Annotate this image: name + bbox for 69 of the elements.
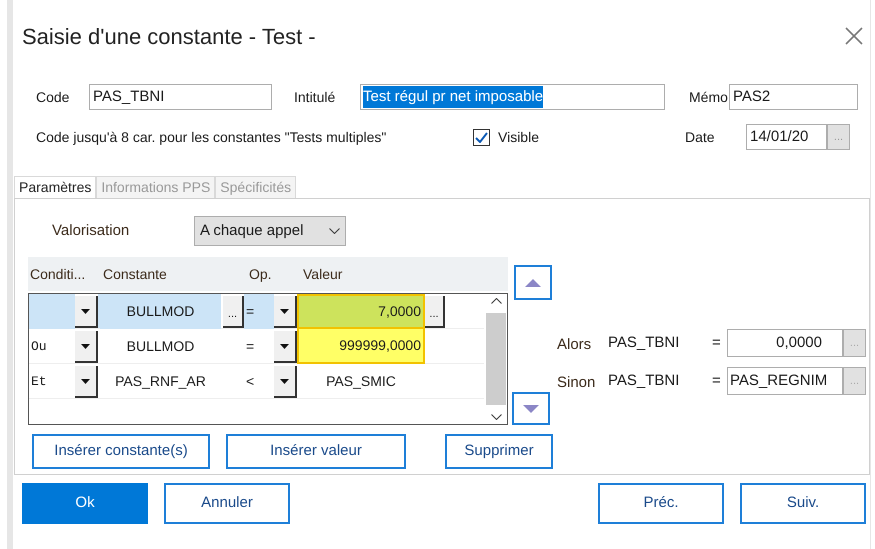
dropdown-button[interactable]	[75, 296, 98, 328]
caret-icon	[81, 378, 90, 384]
caret-icon	[280, 308, 289, 314]
constant-name: PAS_TBNI	[608, 332, 680, 353]
hint-text: Code jusqu'à 8 car. pour les constantes "Tests multiples"	[36, 128, 388, 147]
grid-cell-text: Et	[30, 372, 48, 391]
date-field[interactable]: 14/01/20	[746, 124, 827, 150]
ellipsis-button[interactable]: ...	[223, 296, 244, 328]
dialog-button[interactable]: Suiv.	[740, 483, 866, 524]
move-up-button[interactable]	[514, 265, 552, 300]
grid-cell: 999999,0000	[297, 329, 425, 364]
column-header: Valeur	[303, 264, 344, 284]
caret-icon	[280, 378, 289, 384]
dialog-button[interactable]: Ok	[22, 483, 148, 524]
grid-cell-text: =	[245, 337, 256, 356]
caret-icon	[81, 308, 90, 314]
selected-text: Test régul pr net imposable	[363, 86, 544, 108]
memo-field[interactable]: PAS2	[729, 84, 858, 110]
result-label: Sinon	[557, 372, 596, 393]
caret-icon	[81, 344, 90, 348]
code-field[interactable]: PAS_TBNI	[89, 84, 272, 110]
result-field[interactable]: PAS_REGNIM	[727, 367, 843, 395]
equals-sign: =	[712, 370, 722, 391]
window-title: Saisie d'une constante - Test -	[22, 22, 316, 50]
column-header: Conditi...	[29, 264, 86, 284]
check-icon	[475, 132, 488, 142]
action-button[interactable]: Supprimer	[445, 434, 553, 469]
caret-icon	[280, 344, 289, 348]
dropdown-button[interactable]	[274, 296, 297, 328]
equals-sign: =	[712, 332, 722, 353]
visible-label: Visible	[498, 128, 540, 146]
dropdown-button[interactable]	[75, 331, 98, 363]
chevron-up-icon[interactable]	[490, 298, 502, 304]
ellipsis-button[interactable]: ...	[425, 296, 445, 328]
close-icon[interactable]	[844, 26, 864, 46]
dropdown-button[interactable]	[274, 331, 297, 363]
dropdown-button[interactable]	[274, 366, 297, 398]
result-label: Alors	[557, 334, 592, 355]
grid-cell-text: <	[245, 372, 256, 391]
grid-cell: BULLMOD	[100, 294, 221, 329]
date-label: Date	[685, 128, 716, 146]
code-label: Code	[36, 88, 70, 106]
column-header: Op.	[249, 264, 273, 284]
triangle-down-icon	[523, 404, 539, 412]
action-button[interactable]: Insérer valeur	[226, 434, 406, 469]
intitule-label: Intitulé	[294, 88, 336, 106]
result-field[interactable]: 0,0000	[727, 329, 843, 357]
valorisation-label: Valorisation	[52, 220, 130, 241]
tab[interactable]: Paramètres	[14, 176, 96, 198]
grid-cell: 7,0000	[297, 294, 425, 329]
move-down-button[interactable]	[512, 392, 550, 425]
dialog-button[interactable]: Annuler	[164, 483, 290, 524]
action-button[interactable]: Insérer constante(s)	[32, 434, 210, 469]
valorisation-dropdown[interactable]: A chaque appel	[194, 216, 346, 246]
dialog-button[interactable]: Préc.	[598, 483, 724, 524]
dropdown-button[interactable]	[75, 366, 98, 398]
grid-cell-text: PAS_SMIC	[325, 372, 397, 391]
column-header: Constante	[103, 264, 168, 284]
chevron-down-icon	[329, 228, 340, 234]
grid-cell-text: BULLMOD	[126, 337, 196, 356]
grid-cell-text: Ou	[30, 338, 48, 356]
chevron-down-icon[interactable]	[490, 414, 502, 420]
intitule-field[interactable]: Test régul pr net imposable	[360, 84, 665, 110]
constant-name: PAS_TBNI	[608, 370, 680, 391]
grid-cell-text: PAS_RNF_AR	[114, 372, 207, 391]
memo-label: Mémo	[689, 88, 729, 106]
visible-checkbox[interactable]	[473, 128, 490, 146]
grid-cell: =	[244, 294, 274, 329]
triangle-up-icon	[525, 278, 541, 286]
